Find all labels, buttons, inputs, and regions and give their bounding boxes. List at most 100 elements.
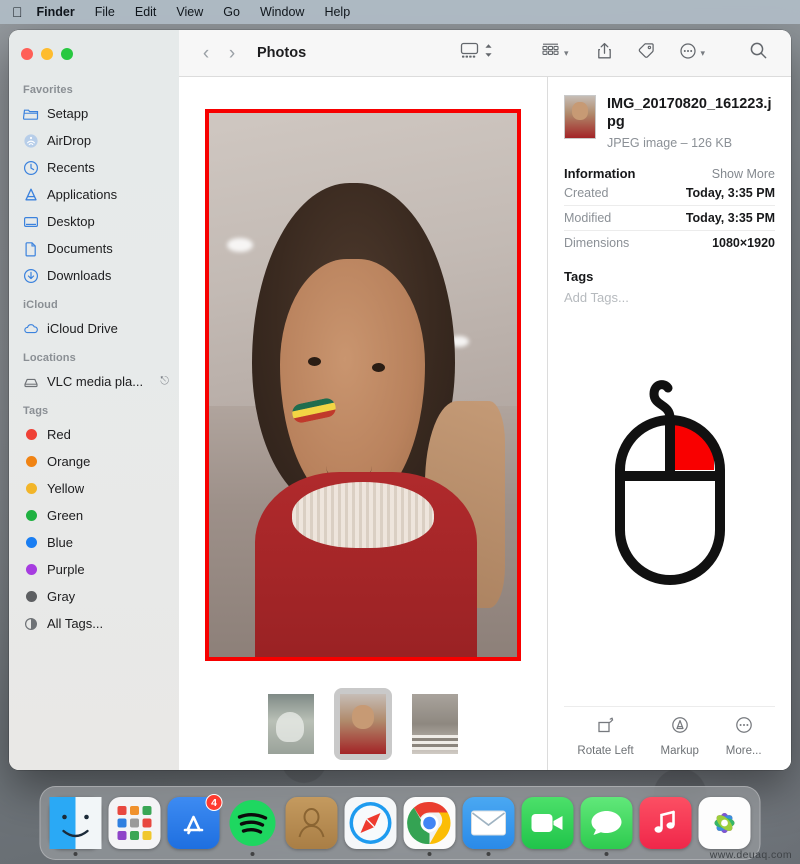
dock-item-finder[interactable] (49, 797, 102, 856)
sidebar-tag-orange[interactable]: Orange (9, 448, 179, 475)
toolbar: ‹ › Photos ▾ ▾ (179, 30, 791, 77)
sidebar-item-icloud-drive[interactable]: iCloud Drive (9, 315, 179, 342)
sidebar-all-tags[interactable]: All Tags... (9, 610, 179, 637)
sidebar-item-label: Red (47, 427, 71, 442)
dock-item-facetime[interactable] (521, 797, 574, 849)
sidebar-item-recents[interactable]: Recents (9, 154, 179, 181)
action-label: Markup (660, 744, 699, 757)
sidebar-item-airdrop[interactable]: AirDrop (9, 127, 179, 154)
menu-bar:  Finder File Edit View Go Window Help (0, 0, 800, 24)
show-more-link[interactable]: Show More (712, 167, 775, 181)
download-icon (23, 268, 39, 284)
sidebar-tag-red[interactable]: Red (9, 421, 179, 448)
applications-icon (23, 187, 39, 203)
page-title: Photos (257, 45, 307, 61)
markup-button[interactable]: Markup (661, 715, 699, 757)
menu-item-window[interactable]: Window (250, 5, 314, 19)
action-label: Rotate Left (577, 744, 634, 757)
launchpad-icon (117, 806, 152, 840)
group-by-button[interactable]: ▾ (531, 42, 578, 64)
sidebar-tag-blue[interactable]: Blue (9, 529, 179, 556)
tag-dot-icon (23, 589, 39, 605)
finder-window: Favorites Setapp AirDrop Recents Applica… (9, 30, 791, 770)
information-section-header: Information Show More (564, 166, 775, 181)
zoom-button[interactable] (61, 48, 73, 60)
sidebar-item-label: Blue (47, 535, 74, 550)
dock-item-chrome[interactable] (403, 797, 456, 856)
menu-item-view[interactable]: View (166, 5, 213, 19)
safari-icon (349, 802, 392, 844)
chevron-down-icon: ▾ (700, 47, 705, 58)
view-mode-button[interactable] (450, 42, 503, 64)
menu-item-help[interactable]: Help (314, 5, 360, 19)
info-row-dimensions: Dimensions 1080×1920 (564, 231, 775, 255)
selected-photo-preview[interactable] (205, 108, 521, 661)
minimize-button[interactable] (41, 48, 53, 60)
sidebar-item-desktop[interactable]: Desktop (9, 208, 179, 235)
back-button[interactable]: ‹ (193, 44, 219, 63)
share-button[interactable] (587, 42, 622, 65)
sidebar-item-setapp[interactable]: Setapp (9, 100, 179, 127)
sidebar-item-vlc-media-player[interactable]: VLC media pla... ⎋ (9, 368, 179, 395)
dock-item-mail[interactable] (462, 797, 515, 856)
tag-dot-icon (23, 508, 39, 524)
sidebar-item-label: Purple (47, 562, 85, 577)
window-controls (9, 40, 179, 74)
dock-item-launchpad[interactable] (108, 797, 161, 849)
menu-item-go[interactable]: Go (213, 5, 250, 19)
menu-item-finder[interactable]: Finder (37, 5, 85, 19)
sidebar-item-label: Desktop (47, 214, 95, 229)
tag-dot-icon (23, 427, 39, 443)
sidebar-item-downloads[interactable]: Downloads (9, 262, 179, 289)
dock-item-contacts[interactable] (285, 797, 338, 849)
rotate-left-icon (596, 715, 616, 740)
sidebar-item-documents[interactable]: Documents (9, 235, 179, 262)
photo-dress-lace (292, 482, 434, 548)
dock-item-music[interactable] (639, 797, 692, 849)
search-button[interactable] (740, 41, 777, 65)
thumbnail-item-1[interactable] (262, 688, 320, 760)
tag-button[interactable] (628, 42, 664, 65)
sidebar-tag-yellow[interactable]: Yellow (9, 475, 179, 502)
info-row-modified: Modified Today, 3:35 PM (564, 206, 775, 232)
photo-ceiling-light (227, 237, 254, 252)
running-indicator (486, 852, 491, 856)
info-value: 1080×1920 (712, 236, 775, 251)
tag-dot-icon (23, 481, 39, 497)
menu-item-file[interactable]: File (85, 5, 125, 19)
more-actions-button[interactable]: More... (726, 715, 762, 757)
sidebar-tag-purple[interactable]: Purple (9, 556, 179, 583)
disk-icon (23, 374, 39, 390)
rotate-left-button[interactable]: Rotate Left (577, 715, 634, 757)
photos-icon (714, 813, 735, 833)
info-key: Created (564, 186, 609, 201)
sidebar-item-applications[interactable]: Applications (9, 181, 179, 208)
thumbnail-item-2[interactable] (334, 688, 392, 760)
dock-item-photos[interactable] (698, 797, 751, 849)
up-down-chevrons-icon (483, 42, 494, 64)
dock: 4 (39, 786, 761, 860)
sidebar-tag-gray[interactable]: Gray (9, 583, 179, 610)
sidebar-item-label: Yellow (47, 481, 85, 496)
more-options-button[interactable]: ▾ (670, 42, 714, 65)
forward-button[interactable]: › (219, 44, 245, 63)
thumbnail-item-3[interactable] (406, 688, 464, 760)
file-meta: JPEG image – 126 KB (607, 136, 733, 151)
photo-subject-eye (372, 362, 386, 372)
menu-item-edit[interactable]: Edit (125, 5, 167, 19)
contacts-icon (298, 808, 325, 838)
apple-logo-icon[interactable]:  (12, 5, 23, 19)
dock-item-spotify[interactable] (227, 797, 279, 856)
dock-item-safari[interactable] (344, 797, 397, 849)
mail-icon (471, 810, 506, 836)
add-tags-input[interactable]: Add Tags... (564, 290, 775, 305)
eject-icon[interactable]: ⎋ (160, 375, 169, 388)
dock-item-messages[interactable] (580, 797, 633, 856)
close-button[interactable] (21, 48, 33, 60)
information-title: Information (564, 166, 636, 182)
mouse-right-click-illustration (564, 305, 775, 706)
sidebar-item-label: AirDrop (47, 133, 92, 148)
dock-item-app-store[interactable]: 4 (167, 794, 223, 849)
info-value: Today, 3:35 PM (685, 211, 775, 226)
sidebar-tag-green[interactable]: Green (9, 502, 179, 529)
